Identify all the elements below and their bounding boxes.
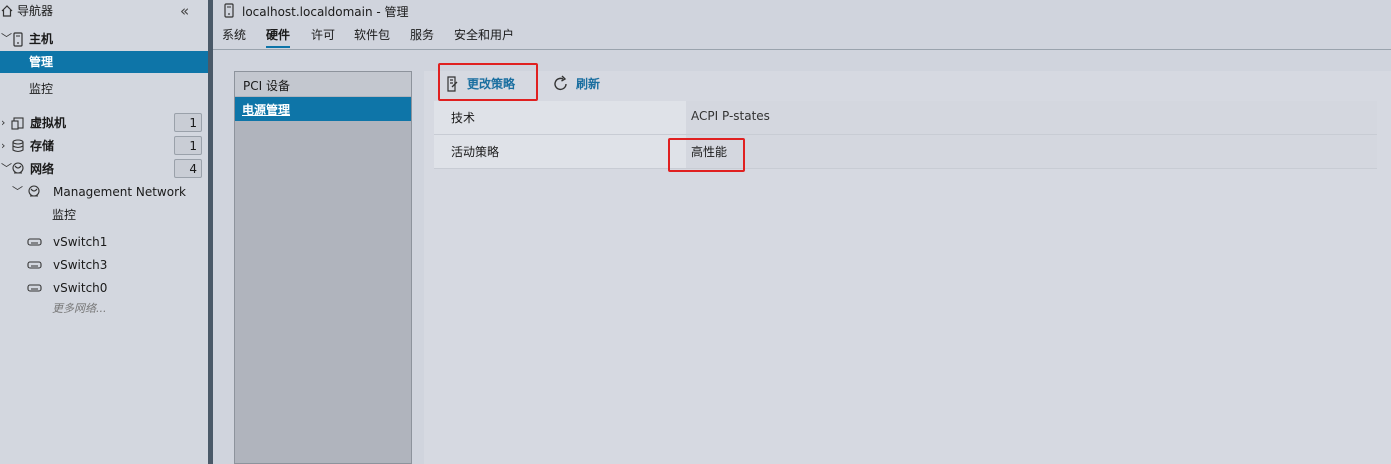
window-titlebar: localhost.localdomain - 管理 (213, 0, 1391, 22)
property-row: 活动策略 高性能 (434, 135, 1377, 169)
storage-count-badge: 1 (174, 136, 202, 155)
sublist-item-power[interactable]: 电源管理 (235, 97, 411, 121)
sublist-item-pci[interactable]: PCI 设备 (235, 72, 411, 96)
tree-item-network[interactable]: ﹀ 网络 4 (0, 158, 208, 180)
tree-label-monitor: 监控 (29, 82, 54, 96)
chevron-right-icon[interactable]: › (1, 112, 5, 134)
navigator-header: 导航器 « (0, 0, 208, 22)
server-icon (223, 2, 235, 23)
tab-system[interactable]: 系统 (222, 26, 246, 43)
tree-label-management-network: Management Network (53, 185, 186, 199)
highlight-box (668, 138, 745, 172)
tab-security-users[interactable]: 安全和用户 (454, 26, 514, 43)
tree-label-vswitch3: vSwitch3 (53, 258, 108, 272)
property-key-cell: 活动策略 (434, 135, 686, 168)
tree-item-vm[interactable]: › 虚拟机 1 (0, 112, 208, 134)
tree-item-more-networks[interactable]: 更多网络... (0, 298, 208, 320)
network-count-badge: 4 (174, 159, 202, 178)
tree-label-more-networks: 更多网络... (52, 302, 107, 315)
tree-label-vswitch0: vSwitch0 (53, 281, 108, 295)
tree-item-monitor[interactable]: 监控 (0, 78, 208, 100)
hardware-sublist (234, 71, 412, 464)
navigator-title: 导航器 (17, 4, 54, 18)
property-key: 活动策略 (451, 145, 500, 159)
tree-label-manage: 管理 (29, 55, 54, 69)
refresh-label: 刷新 (576, 77, 601, 91)
refresh-button[interactable]: 刷新 (553, 73, 600, 95)
tree-label-vswitch1: vSwitch1 (53, 235, 108, 249)
tab-license[interactable]: 许可 (311, 26, 335, 43)
tree-item-vswitch1[interactable]: vSwitch1 (0, 231, 208, 253)
property-row: 技术 ACPI P-states (434, 101, 1377, 135)
navigator-panel: 导航器 « ﹀ 主机 管理 监控 › 虚拟机 1 › 存储 1 ﹀ 网络 4 ﹀… (0, 0, 208, 464)
tree-label-host: 主机 (29, 32, 54, 46)
home-icon (0, 0, 14, 29)
tree-item-host[interactable]: ﹀ 主机 (0, 28, 208, 50)
property-key-cell: 技术 (434, 101, 686, 134)
window-title: localhost.localdomain - 管理 (242, 5, 409, 19)
collapse-icon[interactable]: « (180, 0, 189, 22)
tree-item-vswitch0[interactable]: vSwitch0 (0, 277, 208, 299)
property-value: ACPI P-states (691, 109, 770, 123)
tree-item-network-monitor[interactable]: 监控 (0, 204, 208, 226)
tree-label-storage: 存储 (30, 139, 55, 153)
tree-item-management-network[interactable]: ﹀ Management Network (0, 181, 208, 203)
tree-label-network-monitor: 监控 (52, 208, 77, 222)
tab-services[interactable]: 服务 (410, 26, 434, 43)
tab-packages[interactable]: 软件包 (354, 26, 390, 43)
tree-item-vswitch3[interactable]: vSwitch3 (0, 254, 208, 276)
chevron-right-icon[interactable]: › (1, 135, 5, 157)
tree-item-storage[interactable]: › 存储 1 (0, 135, 208, 157)
sublist-label-pci: PCI 设备 (243, 79, 290, 93)
chevron-down-icon[interactable]: ﹀ (12, 181, 23, 203)
tree-label-vm: 虚拟机 (30, 116, 67, 130)
tree-item-manage[interactable]: 管理 (0, 51, 208, 73)
chevron-down-icon[interactable]: ﹀ (1, 28, 12, 50)
property-value-cell: 高性能 (686, 135, 1377, 168)
tab-hardware[interactable]: 硬件 (266, 26, 291, 48)
property-key: 技术 (451, 111, 476, 125)
sublist-label-power: 电源管理 (242, 103, 291, 117)
property-value-cell: ACPI P-states (686, 101, 1377, 134)
highlight-box (438, 63, 538, 101)
tab-divider (213, 49, 1391, 50)
refresh-icon (553, 75, 569, 100)
tree-label-network: 网络 (30, 162, 55, 176)
vm-count-badge: 1 (174, 113, 202, 132)
